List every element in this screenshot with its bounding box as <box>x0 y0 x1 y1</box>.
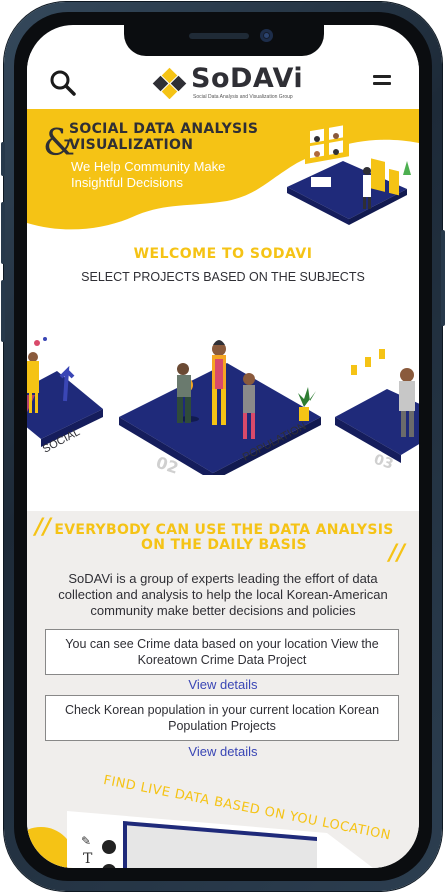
project-cards-illustration: 02 03 SOCIAL POPULATION <box>27 337 419 481</box>
map-illustration: ✎ T <box>27 811 374 868</box>
projects-carousel[interactable]: 02 03 SOCIAL POPULATION <box>27 305 419 481</box>
search-icon[interactable] <box>49 69 77 97</box>
logo-subtitle: Social Data Analysis and Visualization G… <box>193 94 293 100</box>
volume-up-button <box>1 202 5 264</box>
crime-project-card: You can see Crime data based on your loc… <box>45 629 399 675</box>
notch <box>124 25 324 56</box>
population-project-card: Check Korean population in your current … <box>45 695 399 741</box>
screen: SoDAVi Social Data Analysis and Visualiz… <box>27 25 419 868</box>
hero-illustration <box>287 125 411 225</box>
logo-diamonds-icon <box>152 67 187 99</box>
info-description: SoDAVi is a group of experts leading the… <box>58 571 388 618</box>
info-section: // // EVERYBODY CAN USE THE DATA ANALYSI… <box>27 511 419 868</box>
hero-subtitle: We Help Community Make Insightful Decisi… <box>71 159 226 190</box>
hero-banner: & SOCIAL DATA ANALYSIS VISUALIZATION We … <box>27 103 419 239</box>
info-title: EVERYBODY CAN USE THE DATA ANALYSIS ON T… <box>54 522 394 553</box>
quote-open-icon: // <box>35 515 52 540</box>
speaker <box>189 33 249 39</box>
camera-icon <box>260 29 273 42</box>
volume-down-button <box>1 280 5 342</box>
hero-title-line1: SOCIAL DATA ANALYSIS <box>69 121 259 137</box>
side-button <box>1 142 5 176</box>
site-header: SoDAVi Social Data Analysis and Visualiz… <box>27 53 419 109</box>
logo-title: SoDAVi <box>191 63 304 94</box>
hero-title-line2: VISUALIZATION <box>69 137 194 153</box>
welcome-subtitle: SELECT PROJECTS BASED ON THE SUBJECTS <box>81 270 365 284</box>
svg-text:✎: ✎ <box>81 834 91 848</box>
project-card-social[interactable] <box>27 337 103 447</box>
power-button <box>441 230 445 326</box>
welcome-title: WELCOME TO SODAVI <box>133 246 313 262</box>
crime-view-details-link[interactable]: View details <box>27 677 419 692</box>
project-card-03[interactable]: 03 <box>335 349 419 473</box>
project-card-population[interactable]: 02 <box>119 340 321 481</box>
population-view-details-link[interactable]: View details <box>27 744 419 759</box>
logo[interactable]: SoDAVi Social Data Analysis and Visualiz… <box>151 63 303 103</box>
svg-text:T: T <box>83 851 93 867</box>
hamburger-menu-icon[interactable] <box>373 75 391 89</box>
